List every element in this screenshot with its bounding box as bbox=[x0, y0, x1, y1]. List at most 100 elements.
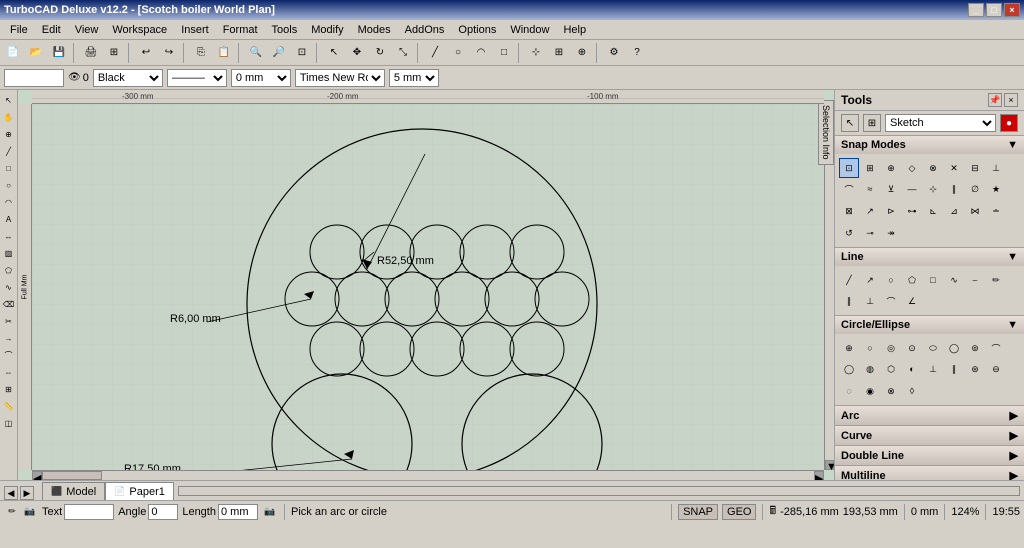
circle-3pt[interactable]: ○ bbox=[860, 338, 880, 358]
circle-concentric[interactable]: ⊙ bbox=[902, 338, 922, 358]
lt-circle-tool[interactable]: ○ bbox=[1, 177, 17, 193]
length-input[interactable] bbox=[218, 504, 258, 520]
snap-s3[interactable]: ⊳ bbox=[881, 201, 901, 221]
tab-paper1[interactable]: 📄 Paper1 bbox=[105, 482, 174, 500]
layer-input[interactable] bbox=[4, 69, 64, 87]
menu-options[interactable]: Options bbox=[452, 22, 502, 38]
snap-s7[interactable]: ⋈ bbox=[965, 201, 985, 221]
lt-layer-tool[interactable]: ◫ bbox=[1, 415, 17, 431]
menu-view[interactable]: View bbox=[69, 22, 105, 38]
arc-button[interactable]: ◠ bbox=[470, 42, 492, 64]
ellipse-3pt[interactable]: ◯ bbox=[944, 338, 964, 358]
circle-ex1[interactable]: ⊛ bbox=[965, 359, 985, 379]
menu-insert[interactable]: Insert bbox=[175, 22, 215, 38]
text-input[interactable] bbox=[64, 504, 114, 520]
line-perp[interactable]: ⊥ bbox=[860, 291, 880, 311]
arc-collapse[interactable]: ▶ bbox=[1010, 409, 1018, 422]
line-tan[interactable]: ⌒ bbox=[881, 291, 901, 311]
circle-rad[interactable]: ◍ bbox=[860, 359, 880, 379]
line-poly[interactable]: ⬠ bbox=[902, 270, 922, 290]
bottom-scrollbar[interactable] bbox=[178, 486, 1020, 496]
lt-hatch-tool[interactable]: ▨ bbox=[1, 245, 17, 261]
snap-center[interactable]: ⊕ bbox=[881, 158, 901, 178]
circle-perp[interactable]: ⊥ bbox=[923, 359, 943, 379]
rect-button[interactable]: □ bbox=[493, 42, 515, 64]
lt-arc-tool[interactable]: ◠ bbox=[1, 194, 17, 210]
select-button[interactable]: ↖ bbox=[323, 42, 345, 64]
circle-h1[interactable]: ◌ bbox=[839, 381, 859, 401]
snap-s6[interactable]: ⊿ bbox=[944, 201, 964, 221]
geo-badge[interactable]: GEO bbox=[722, 504, 756, 520]
dimension-select[interactable]: 0 mm bbox=[231, 69, 291, 87]
prop-button[interactable]: ⚙ bbox=[603, 42, 625, 64]
hscrollbar[interactable]: ◀ ▶ bbox=[32, 470, 824, 480]
snap-perp[interactable]: ⊥ bbox=[986, 158, 1006, 178]
snap-s8[interactable]: ∸ bbox=[986, 201, 1006, 221]
camera-btn[interactable]: 📷 bbox=[262, 504, 278, 520]
zoom-tool[interactable]: ⊕ bbox=[1, 126, 17, 142]
zoom-all-button[interactable]: ⊡ bbox=[291, 42, 313, 64]
lt-mirror-tool[interactable]: ⇔ bbox=[1, 364, 17, 380]
lt-erase-tool[interactable]: ⌫ bbox=[1, 296, 17, 312]
pan-tool[interactable]: ✋ bbox=[1, 109, 17, 125]
grid-button[interactable]: ⊞ bbox=[548, 42, 570, 64]
menu-edit[interactable]: Edit bbox=[36, 22, 67, 38]
circle-button[interactable]: ○ bbox=[447, 42, 469, 64]
lt-extend-tool[interactable]: → bbox=[1, 330, 17, 346]
snap-endpoint[interactable]: ⊡ bbox=[839, 158, 859, 178]
zoom-out-button[interactable]: 🔎 bbox=[268, 42, 290, 64]
snap-badge[interactable]: SNAP bbox=[678, 504, 718, 520]
menu-modes[interactable]: Modes bbox=[352, 22, 397, 38]
menu-window[interactable]: Window bbox=[504, 22, 555, 38]
hscroll-right[interactable]: ▶ bbox=[814, 471, 824, 480]
line-rect[interactable]: □ bbox=[923, 270, 943, 290]
ellipse-arc[interactable]: ◐ bbox=[902, 359, 922, 379]
line-collapse[interactable]: ▼ bbox=[1007, 251, 1018, 263]
line-straight[interactable]: ╱ bbox=[839, 270, 859, 290]
snap-s2[interactable]: ↗ bbox=[860, 201, 880, 221]
circle-center[interactable]: ⊕ bbox=[839, 338, 859, 358]
snap-t2[interactable]: ⊸ bbox=[860, 223, 880, 243]
curve-header[interactable]: Curve ▶ bbox=[835, 426, 1024, 445]
snap-ext[interactable]: — bbox=[902, 179, 922, 199]
close-button[interactable]: × bbox=[1004, 3, 1020, 17]
tab-scroll-right[interactable]: ▶ bbox=[20, 486, 34, 500]
menu-addons[interactable]: AddOns bbox=[399, 22, 451, 38]
lt-trim-tool[interactable]: ✂ bbox=[1, 313, 17, 329]
snap-intersection[interactable]: ✕ bbox=[944, 158, 964, 178]
multiline-collapse[interactable]: ▶ bbox=[1010, 469, 1018, 480]
font-select[interactable]: Times New Ro bbox=[295, 69, 385, 87]
copy-button[interactable]: ⎘ bbox=[190, 42, 212, 64]
line-header[interactable]: Line ▼ bbox=[835, 248, 1024, 266]
multiline-header[interactable]: Multiline ▶ bbox=[835, 466, 1024, 480]
open-button[interactable]: 📂 bbox=[25, 42, 47, 64]
circle-donut[interactable]: ◯ bbox=[839, 359, 859, 379]
menu-modify[interactable]: Modify bbox=[305, 22, 349, 38]
tools-pin-button[interactable]: 📌 bbox=[988, 93, 1002, 107]
ellipse-dia[interactable]: ⊚ bbox=[965, 338, 985, 358]
circle-h4[interactable]: ◊ bbox=[902, 381, 922, 401]
angle-input[interactable] bbox=[148, 504, 178, 520]
menu-tools[interactable]: Tools bbox=[266, 22, 304, 38]
minimize-button[interactable]: _ bbox=[968, 3, 984, 17]
line-par[interactable]: ∥ bbox=[839, 291, 859, 311]
lt-measure-tool[interactable]: 📏 bbox=[1, 398, 17, 414]
color-select[interactable]: Black bbox=[93, 69, 163, 87]
circle-header[interactable]: Circle/Ellipse ▼ bbox=[835, 316, 1024, 334]
circle-tan[interactable]: ⌒ bbox=[986, 338, 1006, 358]
snap-near[interactable]: ≈ bbox=[860, 179, 880, 199]
snap-tan[interactable]: ⌒ bbox=[839, 179, 859, 199]
snap-button[interactable]: ⊹ bbox=[525, 42, 547, 64]
menu-help[interactable]: Help bbox=[557, 22, 592, 38]
line-button[interactable]: ╱ bbox=[424, 42, 446, 64]
ellipse-center[interactable]: ⬭ bbox=[923, 338, 943, 358]
lt-line-tool[interactable]: ╱ bbox=[1, 143, 17, 159]
titlebar-buttons[interactable]: _ □ × bbox=[968, 3, 1020, 17]
snap-insert[interactable]: ⊟ bbox=[965, 158, 985, 178]
paste-button[interactable]: 📋 bbox=[213, 42, 235, 64]
hscroll-left[interactable]: ◀ bbox=[32, 471, 42, 480]
curve-collapse[interactable]: ▶ bbox=[1010, 429, 1018, 442]
lt-array-tool[interactable]: ⊞ bbox=[1, 381, 17, 397]
snap-modes-collapse[interactable]: ▼ bbox=[1007, 139, 1018, 151]
snap-grid[interactable]: ⊹ bbox=[923, 179, 943, 199]
